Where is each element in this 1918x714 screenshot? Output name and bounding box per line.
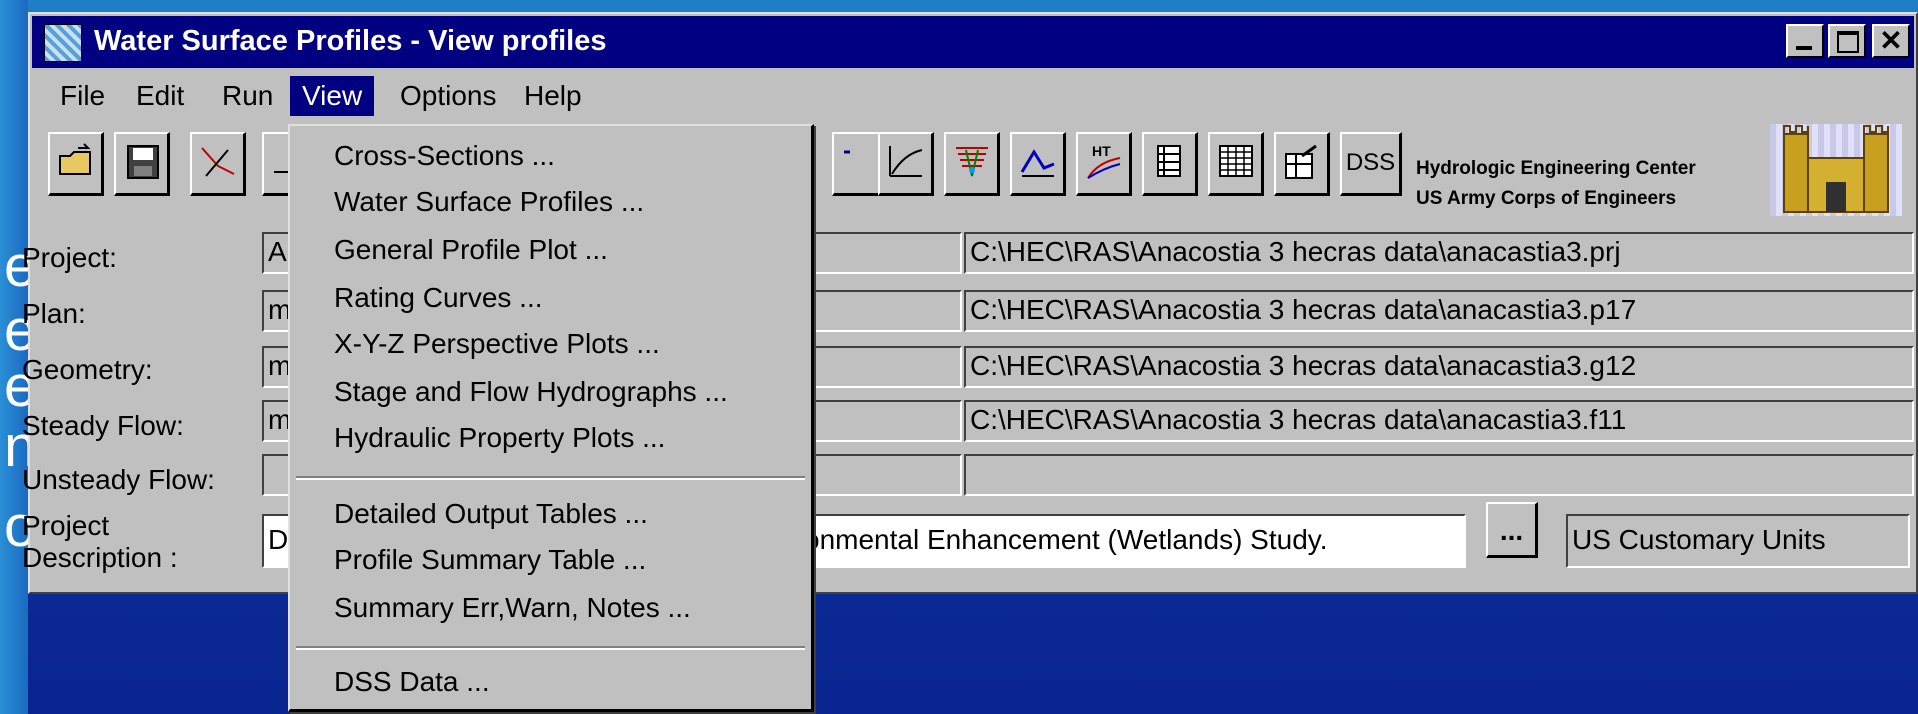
organization-text: Hydrologic Engineering Center US Army Co… — [1416, 154, 1696, 214]
menu-help[interactable]: Help — [512, 76, 594, 116]
profile-plot-button[interactable] — [878, 132, 934, 196]
unsteady-flow-label: Unsteady Flow: — [22, 464, 215, 495]
menu-separator — [296, 646, 805, 650]
units-display: US Customary Units — [1566, 514, 1910, 568]
menu-item-profile-summary-table[interactable]: Profile Summary Table ... — [334, 540, 646, 580]
xyz-plot-button[interactable] — [944, 132, 1000, 196]
detailed-table-icon — [1219, 145, 1253, 177]
menu-item-summary-err-warn-notes[interactable]: Summary Err,Warn, Notes ... — [334, 588, 691, 628]
app-icon[interactable] — [44, 24, 82, 62]
geometry-label: Geometry: — [22, 354, 153, 385]
project-label: Project: — [22, 242, 117, 273]
menu-item-xyz-perspective-plots[interactable]: X-Y-Z Perspective Plots ... — [334, 324, 660, 364]
plan-path-field[interactable]: C:\HEC\RAS\Anacostia 3 hecras data\anaca… — [964, 290, 1914, 332]
organization-line1: Hydrologic Engineering Center — [1416, 158, 1696, 179]
geometry-icon — [201, 147, 235, 177]
steady-flow-label: Steady Flow: — [22, 410, 184, 441]
profile-plot-icon — [889, 146, 923, 177]
description-start: D — [268, 524, 289, 555]
project-path-field[interactable]: C:\HEC\RAS\Anacostia 3 hecras data\anaca… — [964, 232, 1914, 274]
open-button[interactable] — [48, 132, 104, 196]
geometry-path-field[interactable]: C:\HEC\RAS\Anacostia 3 hecras data\anaca… — [964, 346, 1914, 388]
hydraulic-table-icon — [1157, 145, 1181, 177]
menu-item-detailed-output-tables[interactable]: Detailed Output Tables ... — [334, 494, 648, 534]
save-disk-icon — [127, 145, 159, 179]
xyz-plot-icon — [956, 147, 988, 177]
title-bar[interactable]: Water Surface Profiles - View profiles ✕ — [32, 16, 1914, 68]
dss-button[interactable]: DSS — [1340, 132, 1402, 196]
corps-castle-logo — [1770, 124, 1902, 216]
menu-edit[interactable]: Edit — [124, 76, 196, 116]
svg-text:HT: HT — [1092, 143, 1111, 159]
plan-label: Plan: — [22, 298, 86, 329]
project-description-label: Project Description : — [22, 510, 178, 574]
menu-run[interactable]: Run — [210, 76, 285, 116]
menu-item-rating-curves[interactable]: Rating Curves ... — [334, 278, 543, 318]
menu-item-cross-sections[interactable]: Cross-Sections ... — [334, 136, 555, 176]
cross-section-plot-icon — [844, 150, 850, 154]
menu-item-hydraulic-property-plots[interactable]: Hydraulic Property Plots ... — [334, 418, 665, 458]
project-description-label-line1: Project — [22, 510, 110, 541]
detailed-table-button[interactable] — [1208, 132, 1264, 196]
organization-line2: US Army Corps of Engineers — [1416, 188, 1677, 209]
menu-file[interactable]: File — [48, 76, 117, 116]
menu-item-general-profile-plot[interactable]: General Profile Plot ... — [334, 230, 608, 270]
description-text: onmental Enhancement (Wetlands) Study. — [804, 524, 1328, 555]
steady-flow-path-field[interactable]: C:\HEC\RAS\Anacostia 3 hecras data\anaca… — [964, 400, 1914, 442]
description-more-button[interactable]: ... — [1486, 502, 1538, 558]
save-button[interactable] — [114, 132, 170, 196]
window-title: Water Surface Profiles - View profiles — [94, 25, 607, 57]
general-profile-button[interactable] — [1010, 132, 1066, 196]
menu-item-water-surface-profiles[interactable]: Water Surface Profiles ... — [334, 182, 644, 222]
close-button[interactable]: ✕ — [1872, 24, 1910, 58]
menu-item-stage-flow-hydrographs[interactable]: Stage and Flow Hydrographs ... — [334, 372, 728, 412]
summary-table-icon — [1285, 144, 1317, 179]
project-description-label-line2: Description : — [22, 542, 178, 573]
close-icon: ✕ — [1879, 25, 1903, 56]
summary-table-button[interactable] — [1274, 132, 1330, 196]
menu-view[interactable]: View — [290, 76, 375, 116]
rating-curve-button[interactable]: HT — [1076, 132, 1132, 196]
hydraulic-table-button[interactable] — [1142, 132, 1198, 196]
menu-bar: File Edit Run View Options Help — [32, 72, 1914, 118]
unsteady-flow-path-field[interactable] — [964, 454, 1914, 496]
open-folder-icon — [59, 143, 91, 175]
menu-options[interactable]: Options — [388, 76, 509, 116]
rating-curve-icon: HT — [1087, 143, 1121, 179]
view-menu-dropdown: Cross-Sections ... Water Surface Profile… — [288, 124, 814, 712]
geometry-button[interactable] — [190, 132, 246, 196]
minimize-button[interactable] — [1786, 24, 1824, 58]
menu-item-dss-data[interactable]: DSS Data ... — [334, 662, 490, 702]
maximize-button[interactable] — [1828, 24, 1866, 58]
castle-icon — [1783, 125, 1889, 213]
general-profile-icon — [1020, 149, 1055, 177]
menu-separator — [296, 476, 805, 480]
